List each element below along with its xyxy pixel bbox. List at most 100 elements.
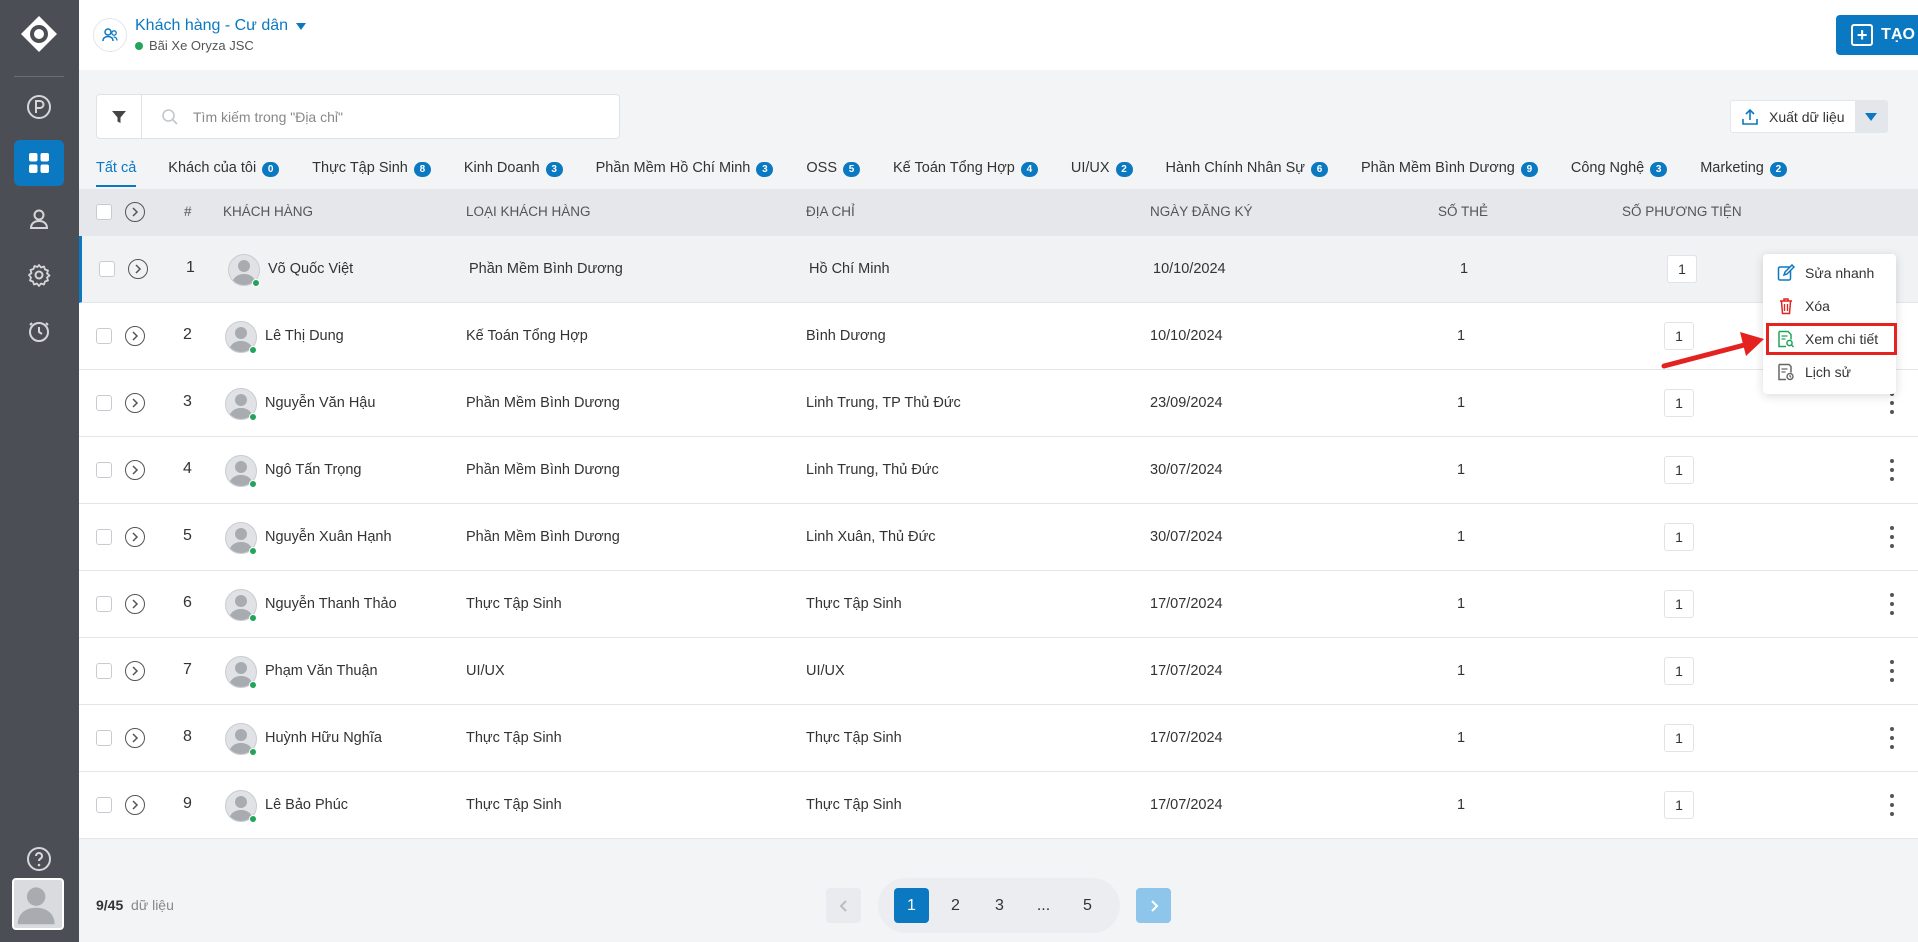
sidebar-item-history[interactable] <box>14 308 64 354</box>
column-card-count[interactable]: SỐ THẺ <box>1438 204 1488 219</box>
row-checkbox[interactable] <box>96 395 112 411</box>
expand-all-button[interactable] <box>125 202 145 222</box>
table-row[interactable]: 8 Huỳnh Hữu Nghĩa Thực Tập Sinh Thực Tập Si… <box>79 705 1918 772</box>
vehicle-count-badge[interactable]: 1 <box>1664 523 1694 551</box>
more-actions-icon[interactable] <box>1889 593 1895 615</box>
next-page-button[interactable] <box>1136 888 1171 923</box>
tab-interns[interactable]: Thực Tập Sinh 8 <box>312 158 431 186</box>
vehicle-count-badge[interactable]: 1 <box>1667 255 1697 283</box>
page-button-5[interactable]: 5 <box>1070 888 1105 923</box>
search-input[interactable] <box>193 105 593 129</box>
column-customer[interactable]: KHÁCH HÀNG <box>223 204 313 219</box>
table-row[interactable]: 9 Lê Bảo Phúc Thực Tập Sinh Thực Tập Sinh 17… <box>79 772 1918 839</box>
row-checkbox[interactable] <box>96 596 112 612</box>
help-icon[interactable] <box>26 846 52 872</box>
tab-ui-ux[interactable]: UI/UX 2 <box>1071 158 1133 186</box>
sidebar-item-users[interactable] <box>14 196 64 242</box>
more-actions-icon[interactable] <box>1889 727 1895 749</box>
tab-software-binh-duong[interactable]: Phần Mềm Bình Dương 9 <box>1361 158 1538 186</box>
sidebar-item-settings[interactable] <box>14 252 64 298</box>
column-address[interactable]: ĐỊA CHỈ <box>806 204 855 219</box>
menu-item-history[interactable]: Lịch sử <box>1777 363 1851 381</box>
previous-page-button[interactable] <box>826 888 861 923</box>
more-actions-icon[interactable] <box>1889 392 1895 414</box>
row-expand-button[interactable] <box>125 795 145 815</box>
select-all-checkbox[interactable] <box>96 204 112 220</box>
table-row[interactable]: 4 Ngô Tấn Trọng Phần Mềm Bình Dương Linh Tr… <box>79 437 1918 504</box>
row-checkbox[interactable] <box>96 462 112 478</box>
column-registration-date[interactable]: NGÀY ĐĂNG KÝ <box>1150 204 1253 219</box>
row-expand-button[interactable] <box>125 661 145 681</box>
online-status-dot <box>249 815 257 823</box>
current-user-avatar[interactable] <box>12 878 64 930</box>
row-checkbox[interactable] <box>96 529 112 545</box>
customer-name[interactable]: Nguyễn Thanh Thảo <box>265 596 397 612</box>
more-actions-icon[interactable] <box>1889 660 1895 682</box>
customer-name[interactable]: Phạm Văn Thuận <box>265 663 378 679</box>
vehicle-count-badge[interactable]: 1 <box>1664 724 1694 752</box>
export-data-button[interactable]: Xuất dữ liệu <box>1741 108 1845 126</box>
tab-software-hcm[interactable]: Phần Mềm Hồ Chí Minh 3 <box>596 158 774 186</box>
more-actions-icon[interactable] <box>1889 459 1895 481</box>
page-button-1[interactable]: 1 <box>894 888 929 923</box>
customer-type: Kế Toán Tổng Hợp <box>466 328 588 344</box>
more-actions-icon[interactable] <box>1889 794 1895 816</box>
column-vehicle-count[interactable]: SỐ PHƯƠNG TIỆN <box>1622 204 1742 219</box>
more-actions-icon[interactable] <box>1889 526 1895 548</box>
vehicle-count-badge[interactable]: 1 <box>1664 456 1694 484</box>
create-new-button[interactable]: + TẠO MỚI <box>1836 15 1918 55</box>
vehicle-count-badge[interactable]: 1 <box>1664 389 1694 417</box>
page-button-3[interactable]: 3 <box>982 888 1017 923</box>
row-checkbox[interactable] <box>96 730 112 746</box>
tab-sales[interactable]: Kinh Doanh 3 <box>464 158 563 186</box>
customer-name[interactable]: Lê Bảo Phúc <box>265 797 348 813</box>
row-index: 9 <box>183 795 192 812</box>
table-row[interactable]: 6 Nguyễn Thanh Thảo Thực Tập Sinh Thực Tập … <box>79 571 1918 638</box>
tab-technology[interactable]: Công Nghệ 3 <box>1571 158 1668 186</box>
row-expand-button[interactable] <box>125 326 145 346</box>
app-logo-icon[interactable] <box>19 14 59 54</box>
column-customer-type[interactable]: LOẠI KHÁCH HÀNG <box>466 204 591 219</box>
row-expand-button[interactable] <box>125 527 145 547</box>
table-row[interactable]: 3 Nguyễn Văn Hậu Phần Mềm Bình Dương Linh T… <box>79 370 1918 437</box>
vehicle-count-badge[interactable]: 1 <box>1664 657 1694 685</box>
customer-name[interactable]: Ngô Tấn Trọng <box>265 462 361 478</box>
customer-name[interactable]: Nguyễn Văn Hậu <box>265 395 375 411</box>
row-expand-button[interactable] <box>125 393 145 413</box>
tab-all[interactable]: Tất cả <box>96 158 137 187</box>
vehicle-count-badge[interactable]: 1 <box>1664 791 1694 819</box>
row-checkbox[interactable] <box>96 797 112 813</box>
table-row[interactable]: 2 Lê Thị Dung Kế Toán Tổng Hợp Bình Dương 10… <box>79 303 1918 370</box>
sidebar-item-parking[interactable] <box>14 84 64 130</box>
tab-hr-admin[interactable]: Hành Chính Nhân Sự 6 <box>1166 158 1329 186</box>
sidebar-item-dashboard[interactable] <box>14 140 64 186</box>
filter-button[interactable] <box>97 95 142 138</box>
table-row[interactable]: 7 Phạm Văn Thuận UI/UX UI/UX 17/07/2024 1 1 <box>79 638 1918 705</box>
tab-marketing[interactable]: Marketing 2 <box>1700 158 1787 186</box>
row-checkbox[interactable] <box>99 261 115 277</box>
card-count: 1 <box>1457 730 1466 746</box>
vehicle-count-badge[interactable]: 1 <box>1664 590 1694 618</box>
customer-name[interactable]: Võ Quốc Việt <box>268 261 353 277</box>
row-expand-button[interactable] <box>125 460 145 480</box>
customer-address: Linh Trung, Thủ Đức <box>806 462 939 478</box>
menu-item-delete[interactable]: Xóa <box>1777 297 1830 315</box>
customer-name[interactable]: Huỳnh Hữu Nghĩa <box>265 730 382 746</box>
customer-name[interactable]: Nguyễn Xuân Hạnh <box>265 529 392 545</box>
row-checkbox[interactable] <box>96 328 112 344</box>
customer-type: Phần Mềm Bình Dương <box>466 462 620 478</box>
page-button-2[interactable]: 2 <box>938 888 973 923</box>
table-row[interactable]: 1 Võ Quốc Việt Phần Mềm Bình Dương Hồ Chí M… <box>79 236 1918 303</box>
tab-my-customers[interactable]: Khách của tôi 0 <box>168 158 280 186</box>
row-expand-button[interactable] <box>125 594 145 614</box>
module-selector[interactable]: Khách hàng - Cư dân <box>135 17 307 35</box>
table-row[interactable]: 5 Nguyễn Xuân Hạnh Phần Mềm Bình Dương Linh… <box>79 504 1918 571</box>
row-checkbox[interactable] <box>96 663 112 679</box>
tab-accounting[interactable]: Kế Toán Tổng Hợp 4 <box>893 158 1038 186</box>
row-expand-button[interactable] <box>125 728 145 748</box>
customer-name[interactable]: Lê Thị Dung <box>265 328 344 344</box>
row-expand-button[interactable] <box>128 259 148 279</box>
tab-oss[interactable]: OSS 5 <box>806 158 860 186</box>
menu-item-quick-edit[interactable]: Sửa nhanh <box>1777 264 1874 282</box>
export-dropdown-button[interactable] <box>1855 101 1887 132</box>
